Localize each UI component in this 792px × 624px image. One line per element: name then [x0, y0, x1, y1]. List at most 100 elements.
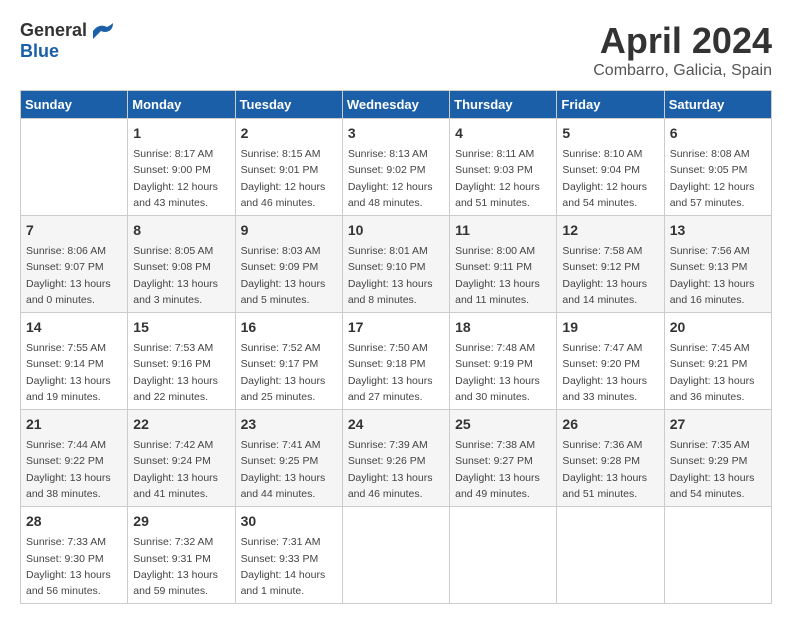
day-number: 24: [348, 414, 444, 435]
calendar-cell: 27Sunrise: 7:35 AMSunset: 9:29 PMDayligh…: [664, 410, 771, 507]
calendar-cell: 28Sunrise: 7:33 AMSunset: 9:30 PMDayligh…: [21, 507, 128, 604]
day-number: 15: [133, 317, 229, 338]
day-number: 6: [670, 123, 766, 144]
calendar-cell: 1Sunrise: 8:17 AMSunset: 9:00 PMDaylight…: [128, 119, 235, 216]
day-number: 26: [562, 414, 658, 435]
logo-bird-icon: [91, 21, 115, 41]
day-number: 20: [670, 317, 766, 338]
calendar-cell: 11Sunrise: 8:00 AMSunset: 9:11 PMDayligh…: [450, 216, 557, 313]
calendar-cell: 20Sunrise: 7:45 AMSunset: 9:21 PMDayligh…: [664, 313, 771, 410]
calendar-week-row: 21Sunrise: 7:44 AMSunset: 9:22 PMDayligh…: [21, 410, 772, 507]
calendar-cell: 21Sunrise: 7:44 AMSunset: 9:22 PMDayligh…: [21, 410, 128, 507]
day-info: Sunrise: 7:32 AMSunset: 9:31 PMDaylight:…: [133, 534, 229, 599]
logo-blue-text: Blue: [20, 41, 59, 62]
calendar-cell: 29Sunrise: 7:32 AMSunset: 9:31 PMDayligh…: [128, 507, 235, 604]
day-info: Sunrise: 7:42 AMSunset: 9:24 PMDaylight:…: [133, 437, 229, 502]
calendar-cell: 22Sunrise: 7:42 AMSunset: 9:24 PMDayligh…: [128, 410, 235, 507]
calendar-cell: 14Sunrise: 7:55 AMSunset: 9:14 PMDayligh…: [21, 313, 128, 410]
calendar-cell: 19Sunrise: 7:47 AMSunset: 9:20 PMDayligh…: [557, 313, 664, 410]
day-number: 22: [133, 414, 229, 435]
calendar-cell: 6Sunrise: 8:08 AMSunset: 9:05 PMDaylight…: [664, 119, 771, 216]
logo-general-text: General: [20, 20, 87, 41]
calendar-cell: [664, 507, 771, 604]
day-info: Sunrise: 8:13 AMSunset: 9:02 PMDaylight:…: [348, 146, 444, 211]
day-info: Sunrise: 7:44 AMSunset: 9:22 PMDaylight:…: [26, 437, 122, 502]
calendar-header-tuesday: Tuesday: [235, 91, 342, 119]
day-info: Sunrise: 7:58 AMSunset: 9:12 PMDaylight:…: [562, 243, 658, 308]
day-info: Sunrise: 7:38 AMSunset: 9:27 PMDaylight:…: [455, 437, 551, 502]
calendar-week-row: 1Sunrise: 8:17 AMSunset: 9:00 PMDaylight…: [21, 119, 772, 216]
day-info: Sunrise: 8:08 AMSunset: 9:05 PMDaylight:…: [670, 146, 766, 211]
calendar-week-row: 14Sunrise: 7:55 AMSunset: 9:14 PMDayligh…: [21, 313, 772, 410]
day-number: 30: [241, 511, 337, 532]
day-number: 7: [26, 220, 122, 241]
calendar-header-thursday: Thursday: [450, 91, 557, 119]
calendar-header-wednesday: Wednesday: [342, 91, 449, 119]
day-info: Sunrise: 7:31 AMSunset: 9:33 PMDaylight:…: [241, 534, 337, 599]
calendar-cell: 26Sunrise: 7:36 AMSunset: 9:28 PMDayligh…: [557, 410, 664, 507]
day-info: Sunrise: 7:39 AMSunset: 9:26 PMDaylight:…: [348, 437, 444, 502]
day-number: 21: [26, 414, 122, 435]
calendar-header-friday: Friday: [557, 91, 664, 119]
calendar-header-saturday: Saturday: [664, 91, 771, 119]
day-info: Sunrise: 8:01 AMSunset: 9:10 PMDaylight:…: [348, 243, 444, 308]
calendar-cell: 25Sunrise: 7:38 AMSunset: 9:27 PMDayligh…: [450, 410, 557, 507]
calendar-cell: 9Sunrise: 8:03 AMSunset: 9:09 PMDaylight…: [235, 216, 342, 313]
day-info: Sunrise: 8:05 AMSunset: 9:08 PMDaylight:…: [133, 243, 229, 308]
calendar-cell: 3Sunrise: 8:13 AMSunset: 9:02 PMDaylight…: [342, 119, 449, 216]
calendar-cell: [557, 507, 664, 604]
day-number: 29: [133, 511, 229, 532]
day-number: 2: [241, 123, 337, 144]
calendar-cell: 17Sunrise: 7:50 AMSunset: 9:18 PMDayligh…: [342, 313, 449, 410]
day-info: Sunrise: 8:00 AMSunset: 9:11 PMDaylight:…: [455, 243, 551, 308]
day-number: 27: [670, 414, 766, 435]
day-info: Sunrise: 7:35 AMSunset: 9:29 PMDaylight:…: [670, 437, 766, 502]
day-number: 1: [133, 123, 229, 144]
day-info: Sunrise: 7:52 AMSunset: 9:17 PMDaylight:…: [241, 340, 337, 405]
day-number: 8: [133, 220, 229, 241]
calendar-cell: 10Sunrise: 8:01 AMSunset: 9:10 PMDayligh…: [342, 216, 449, 313]
day-number: 14: [26, 317, 122, 338]
calendar-cell: 23Sunrise: 7:41 AMSunset: 9:25 PMDayligh…: [235, 410, 342, 507]
day-number: 4: [455, 123, 551, 144]
calendar-cell: 12Sunrise: 7:58 AMSunset: 9:12 PMDayligh…: [557, 216, 664, 313]
calendar-cell: [342, 507, 449, 604]
day-info: Sunrise: 7:56 AMSunset: 9:13 PMDaylight:…: [670, 243, 766, 308]
calendar-header-row: SundayMondayTuesdayWednesdayThursdayFrid…: [21, 91, 772, 119]
day-number: 25: [455, 414, 551, 435]
calendar-cell: 24Sunrise: 7:39 AMSunset: 9:26 PMDayligh…: [342, 410, 449, 507]
calendar-cell: [450, 507, 557, 604]
day-info: Sunrise: 7:41 AMSunset: 9:25 PMDaylight:…: [241, 437, 337, 502]
calendar-cell: [21, 119, 128, 216]
day-info: Sunrise: 7:55 AMSunset: 9:14 PMDaylight:…: [26, 340, 122, 405]
day-info: Sunrise: 8:17 AMSunset: 9:00 PMDaylight:…: [133, 146, 229, 211]
day-number: 19: [562, 317, 658, 338]
calendar-week-row: 28Sunrise: 7:33 AMSunset: 9:30 PMDayligh…: [21, 507, 772, 604]
calendar-cell: 15Sunrise: 7:53 AMSunset: 9:16 PMDayligh…: [128, 313, 235, 410]
month-title: April 2024: [593, 20, 772, 62]
day-number: 28: [26, 511, 122, 532]
calendar-cell: 5Sunrise: 8:10 AMSunset: 9:04 PMDaylight…: [557, 119, 664, 216]
day-number: 13: [670, 220, 766, 241]
day-info: Sunrise: 8:11 AMSunset: 9:03 PMDaylight:…: [455, 146, 551, 211]
calendar-cell: 30Sunrise: 7:31 AMSunset: 9:33 PMDayligh…: [235, 507, 342, 604]
day-info: Sunrise: 7:53 AMSunset: 9:16 PMDaylight:…: [133, 340, 229, 405]
day-number: 11: [455, 220, 551, 241]
day-info: Sunrise: 7:47 AMSunset: 9:20 PMDaylight:…: [562, 340, 658, 405]
day-number: 3: [348, 123, 444, 144]
day-number: 10: [348, 220, 444, 241]
page-header: General Blue April 2024 Combarro, Galici…: [20, 20, 772, 80]
day-info: Sunrise: 8:03 AMSunset: 9:09 PMDaylight:…: [241, 243, 337, 308]
day-number: 12: [562, 220, 658, 241]
calendar-cell: 7Sunrise: 8:06 AMSunset: 9:07 PMDaylight…: [21, 216, 128, 313]
day-info: Sunrise: 7:48 AMSunset: 9:19 PMDaylight:…: [455, 340, 551, 405]
day-info: Sunrise: 7:45 AMSunset: 9:21 PMDaylight:…: [670, 340, 766, 405]
day-number: 16: [241, 317, 337, 338]
day-info: Sunrise: 8:06 AMSunset: 9:07 PMDaylight:…: [26, 243, 122, 308]
calendar-week-row: 7Sunrise: 8:06 AMSunset: 9:07 PMDaylight…: [21, 216, 772, 313]
day-info: Sunrise: 7:33 AMSunset: 9:30 PMDaylight:…: [26, 534, 122, 599]
day-info: Sunrise: 7:36 AMSunset: 9:28 PMDaylight:…: [562, 437, 658, 502]
calendar-header-monday: Monday: [128, 91, 235, 119]
calendar-cell: 4Sunrise: 8:11 AMSunset: 9:03 PMDaylight…: [450, 119, 557, 216]
day-number: 5: [562, 123, 658, 144]
